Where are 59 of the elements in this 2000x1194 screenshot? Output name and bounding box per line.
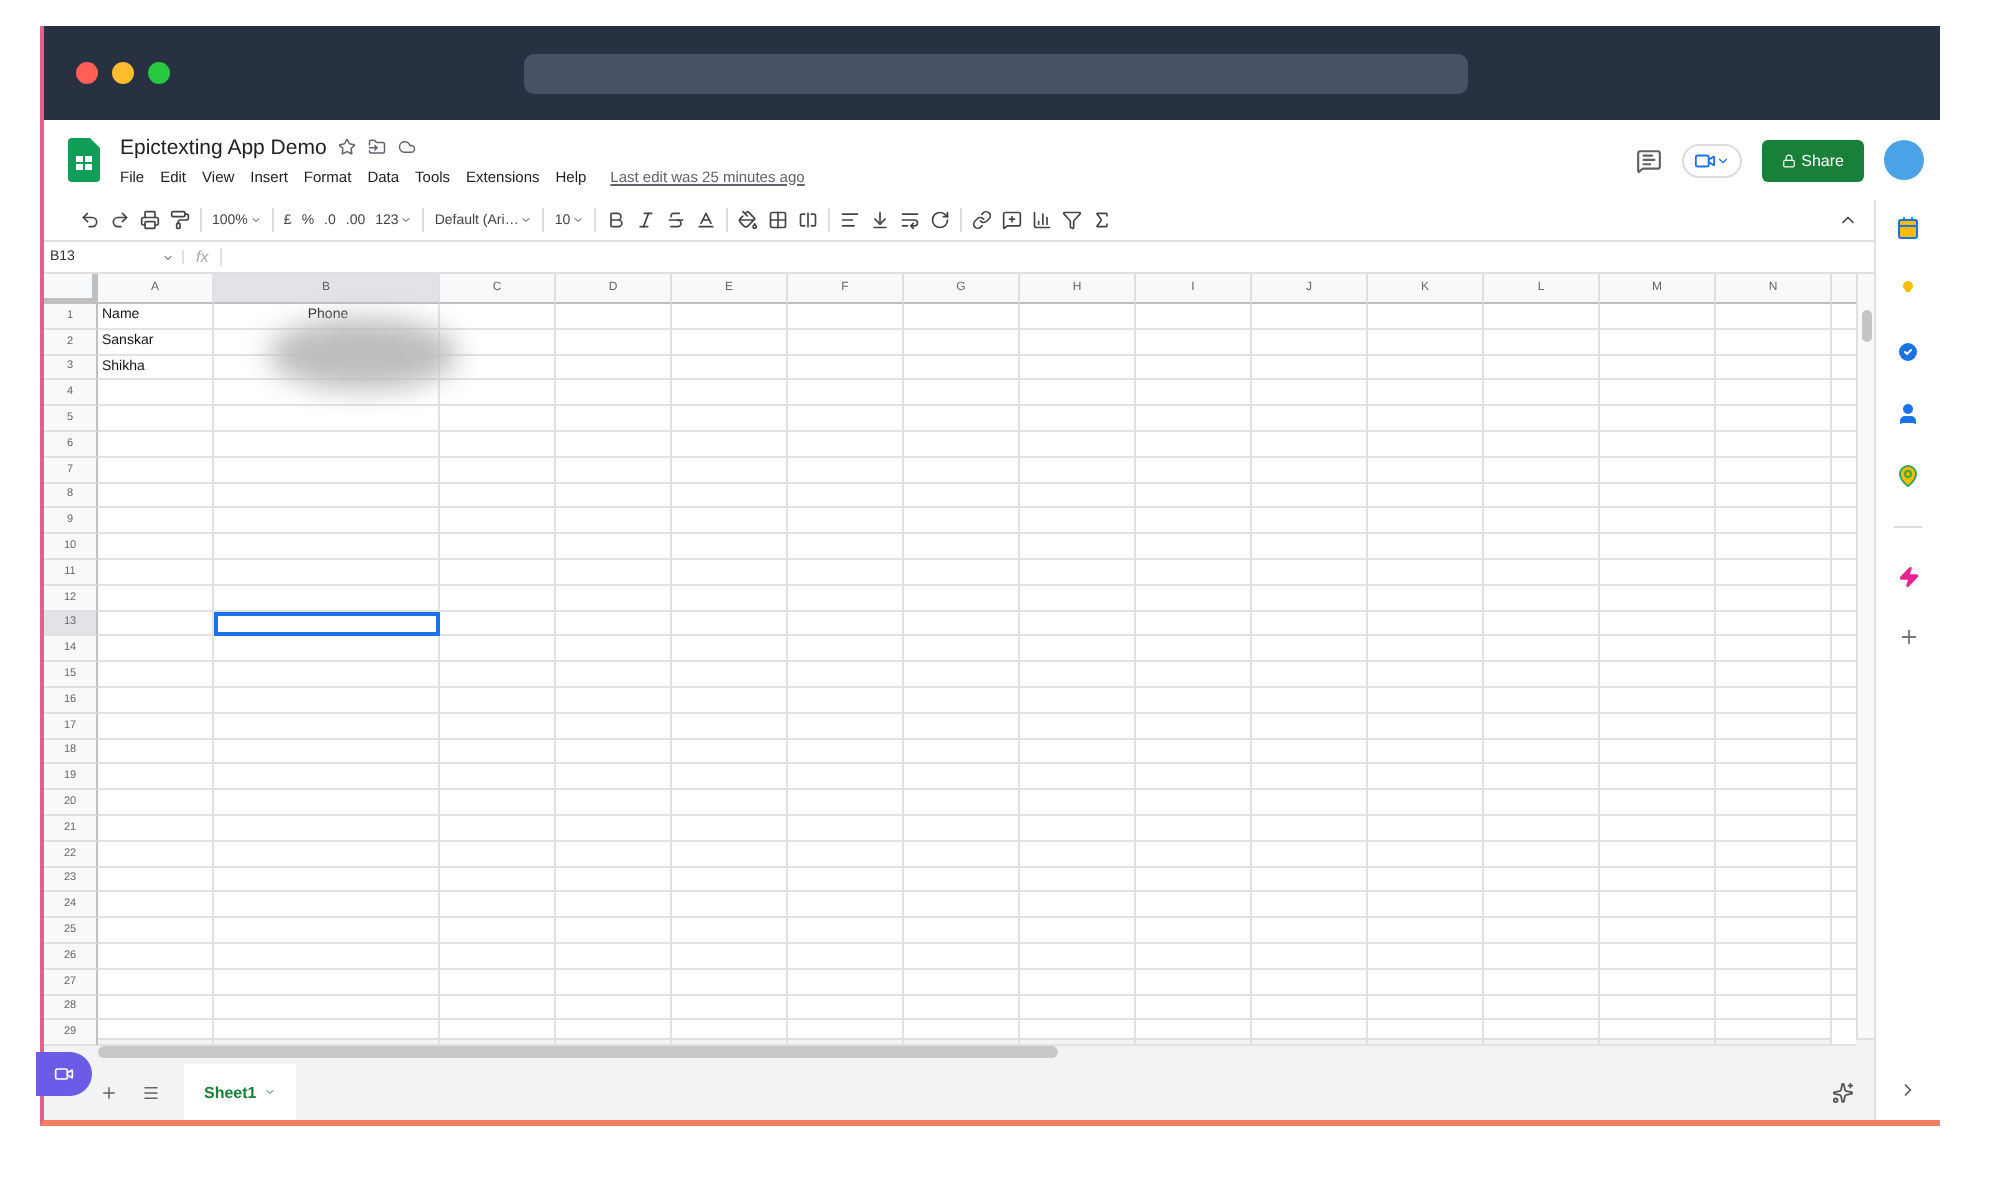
formula-label: fx	[184, 248, 223, 266]
text-color-icon[interactable]	[696, 210, 717, 230]
strikethrough-icon[interactable]	[666, 210, 687, 230]
scrollbar[interactable]	[44, 1038, 1874, 1064]
scrollbar[interactable]	[1856, 274, 1874, 1038]
caret-icon	[1715, 153, 1730, 167]
comment-icon[interactable]	[1002, 210, 1023, 230]
filter-icon[interactable]	[1062, 210, 1083, 230]
vertical-align-icon[interactable]	[870, 210, 891, 230]
caret-icon	[520, 214, 533, 226]
fill-color-icon[interactable]	[738, 210, 759, 230]
print-icon[interactable]	[140, 210, 160, 230]
minimize-button[interactable]	[112, 62, 134, 84]
italic-icon[interactable]	[636, 210, 657, 230]
lock-icon	[1781, 153, 1796, 167]
text-wrap-icon[interactable]	[900, 210, 921, 230]
caret-icon	[249, 214, 262, 226]
star-icon[interactable]	[338, 138, 357, 156]
calendar-icon[interactable]	[1896, 216, 1920, 240]
spreadsheet-logo-icon[interactable]	[68, 138, 100, 182]
document-title[interactable]: Epictexting App Demo	[120, 135, 327, 159]
caret-icon	[162, 251, 174, 263]
meet-button[interactable]	[36, 1052, 92, 1096]
undo-icon[interactable]	[80, 210, 100, 230]
tasks-icon[interactable]	[1896, 340, 1920, 364]
add-sheet-icon[interactable]	[100, 1083, 118, 1101]
add-icon[interactable]	[1897, 626, 1919, 648]
lightning-icon[interactable]	[1897, 566, 1919, 588]
contacts-icon[interactable]	[1896, 402, 1920, 426]
text-rotate-icon[interactable]	[930, 210, 951, 230]
caret-icon	[572, 214, 585, 226]
chart-icon[interactable]	[1032, 210, 1053, 230]
video-camera-icon	[54, 1064, 74, 1084]
selected-cell[interactable]	[214, 611, 440, 637]
sheet-tab[interactable]: Sheet1	[184, 1064, 297, 1120]
map-pin-icon[interactable]	[1896, 464, 1920, 488]
align-left-icon[interactable]	[840, 210, 861, 230]
caret-icon	[264, 1086, 277, 1098]
paint-roller-icon[interactable]	[170, 210, 190, 230]
comments-icon[interactable]	[1635, 147, 1662, 173]
avatar[interactable]	[1884, 140, 1924, 180]
functions-icon[interactable]	[1092, 210, 1113, 230]
close-button[interactable]	[76, 62, 98, 84]
maximize-button[interactable]	[148, 62, 170, 84]
explore-icon[interactable]	[1832, 1081, 1854, 1103]
all-sheets-icon[interactable]	[142, 1083, 160, 1101]
bold-icon[interactable]	[606, 210, 627, 230]
share-button[interactable]: Share	[1761, 139, 1864, 181]
redo-icon[interactable]	[110, 210, 130, 230]
cloud-icon[interactable]	[398, 138, 417, 156]
borders-icon[interactable]	[768, 210, 789, 230]
link-icon[interactable]	[972, 210, 993, 230]
video-camera-icon	[1693, 149, 1716, 171]
scrollbar-thumb[interactable]	[1861, 310, 1871, 342]
folder-icon[interactable]	[368, 138, 387, 156]
scrollbar-thumb[interactable]	[98, 1046, 1058, 1058]
present-button[interactable]	[1681, 143, 1742, 177]
caret-icon	[400, 214, 413, 226]
merge-cells-icon[interactable]	[798, 210, 819, 230]
